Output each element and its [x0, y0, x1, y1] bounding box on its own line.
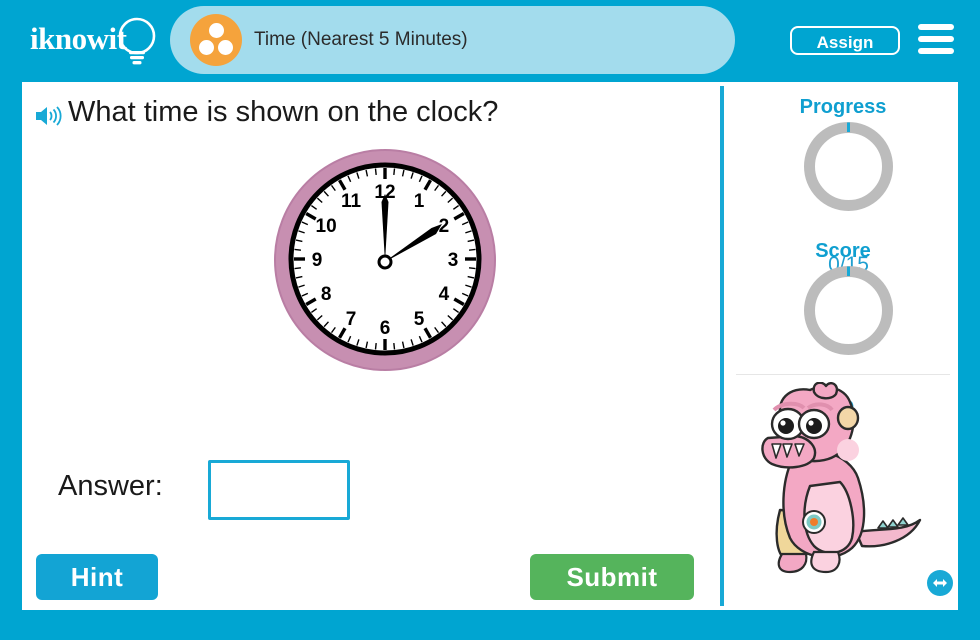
assign-button[interactable]: Assign [790, 26, 900, 55]
svg-text:1: 1 [414, 191, 425, 212]
svg-text:9: 9 [312, 250, 323, 271]
question-row: What time is shown on the clock? [34, 96, 694, 140]
pink-monster-mascot [761, 382, 922, 574]
lightbulb-icon [118, 17, 156, 65]
content-card: What time is shown on the clock? 12 1 2 3 4 [22, 82, 958, 610]
hamburger-menu-icon[interactable] [918, 24, 954, 55]
answer-input[interactable] [208, 460, 350, 520]
horizontal-resize-arrow-icon[interactable] [925, 568, 955, 598]
rail-separator [736, 374, 950, 375]
svg-text:6: 6 [380, 318, 391, 339]
svg-text:11: 11 [341, 191, 362, 212]
svg-text:3: 3 [448, 250, 459, 271]
speaker-sound-icon[interactable] [34, 104, 62, 128]
progress-label: Progress [799, 96, 887, 118]
activity-title-tab: Time (Nearest 5 Minutes) [170, 6, 735, 74]
progress-rail: Progress 0/15 Score 0 [728, 82, 958, 610]
three-dots-circle-icon [190, 14, 242, 66]
score-meter: 0 [802, 264, 895, 420]
answer-label: Answer: [58, 470, 163, 502]
app-window: iknowit Time (Nearest 5 Minutes) Assign [0, 0, 980, 640]
submit-button[interactable]: Submit [530, 554, 694, 600]
svg-text:10: 10 [316, 216, 337, 237]
svg-text:7: 7 [346, 309, 357, 330]
analog-clock: 12 1 2 3 4 5 6 7 8 9 10 11 [270, 144, 500, 374]
svg-text:4: 4 [439, 284, 450, 305]
iknowit-logo[interactable]: iknowit [30, 13, 160, 65]
logo-text: iknowit [30, 21, 127, 56]
question-text: What time is shown on the clock? [68, 96, 499, 128]
hint-button[interactable]: Hint [36, 554, 158, 600]
svg-text:8: 8 [321, 284, 332, 305]
activity-title: Time (Nearest 5 Minutes) [254, 29, 468, 50]
svg-text:5: 5 [414, 309, 425, 330]
progress-meter: 0/15 [802, 120, 895, 276]
score-label: Score [815, 240, 871, 262]
vertical-divider [720, 86, 724, 606]
app-header: iknowit Time (Nearest 5 Minutes) Assign [0, 0, 980, 78]
